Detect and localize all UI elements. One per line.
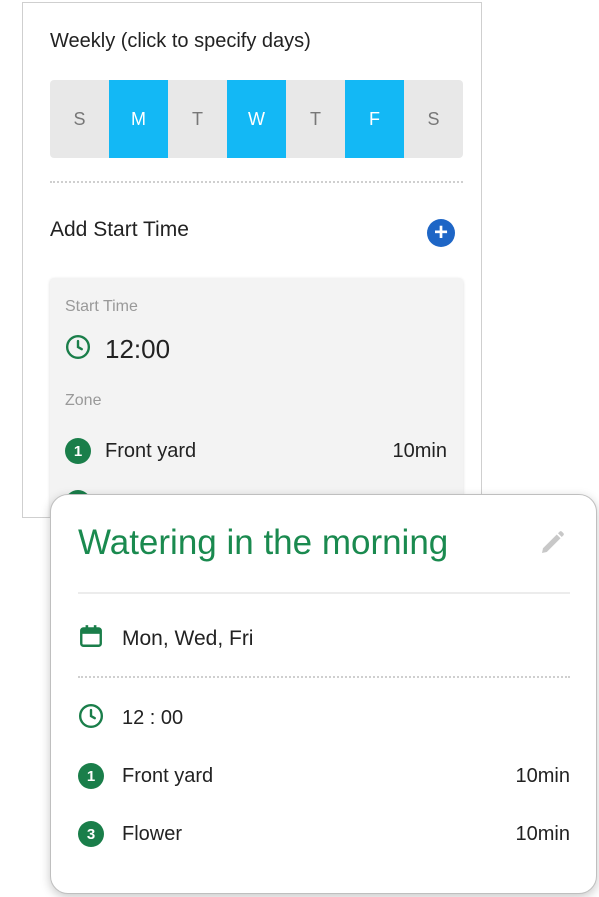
schedule-summary-card: Watering in the morning Mon, Wed, Fri 12 [50,494,597,894]
clock-icon [65,334,91,365]
zone-name: Front yard [105,439,197,462]
start-time-value: 12:00 [105,334,171,364]
calendar-icon [78,623,104,654]
weekly-label: Weekly (click to specify days) [50,30,311,52]
day-wednesday[interactable]: W [227,80,286,158]
zone-row[interactable]: 1 Front yard 10min [65,438,447,464]
days-text: Mon, Wed, Fri [122,626,254,650]
zone-name: Flower [122,822,183,845]
pencil-icon[interactable] [537,528,567,563]
zone-caption: Zone [65,392,102,409]
schedule-title: Watering in the morning [78,523,449,562]
start-time-row[interactable]: 12:00 [65,334,170,365]
dotted-divider [50,181,463,183]
add-start-time-button[interactable]: + [427,219,455,247]
start-time-caption: Start Time [65,298,138,315]
day-sunday[interactable]: S [50,80,109,158]
zone-row: 3 Flower 10min [78,821,570,847]
zone-duration: 10min [515,764,570,787]
day-tuesday[interactable]: T [168,80,227,158]
schedule-editor-panel: Weekly (click to specify days) S M T W T… [22,2,482,518]
day-friday[interactable]: F [345,80,404,158]
add-start-time-label: Add Start Time [50,218,189,241]
dotted-divider [78,676,570,678]
clock-icon [78,703,104,734]
start-time-card: Start Time 12:00 Zone 1 Front yard 10min [50,278,463,517]
zone-name: Front yard [122,764,214,787]
time-row: 12 : 00 [78,703,183,734]
day-saturday[interactable]: S [404,80,463,158]
zone-duration: 10min [392,439,447,462]
time-text: 12 : 00 [122,707,184,729]
day-selector: S M T W T F S [50,80,463,158]
days-row: Mon, Wed, Fri [78,623,253,654]
divider [78,592,570,594]
day-monday[interactable]: M [109,80,168,158]
zone-duration: 10min [515,822,570,845]
zone-number-badge: 1 [78,763,104,789]
plus-circle-icon: + [433,219,448,246]
zone-number-badge: 1 [65,438,91,464]
zone-number-badge: 3 [78,821,104,847]
day-thursday[interactable]: T [286,80,345,158]
zone-row: 1 Front yard 10min [78,763,570,789]
